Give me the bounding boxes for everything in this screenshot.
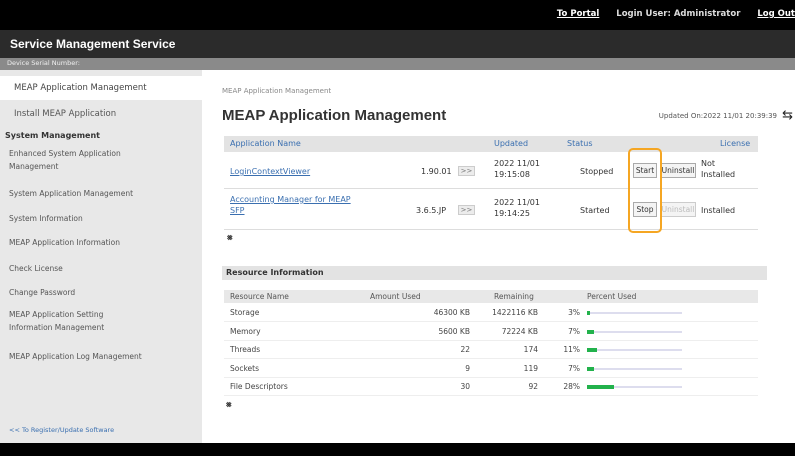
sidebar-item-meap-application-management[interactable]: MEAP Application Management [0,76,202,100]
usage-bar-fill [587,311,590,315]
resource-percent: 7% [568,363,580,373]
app-status: Stopped [580,167,614,176]
version-detail-button[interactable]: >> [458,166,475,176]
breadcrumb: MEAP Application Management [222,87,332,95]
resource-percent: 28% [563,382,580,391]
header-percent-used: Percent Used [587,292,637,301]
app-name-link[interactable]: LoginContextViewer [230,166,310,177]
usage-bar-fill [587,366,594,371]
usage-bar-track [587,329,682,334]
top-bar: To Portal Login User: Administrator Log … [0,0,795,30]
usage-bar-track [587,348,682,352]
serial-bar: Device Serial Number: [0,58,795,70]
refresh-icon[interactable]: ⇆ [782,108,793,123]
resource-amount-used: 9 [465,363,470,373]
resource-percent: 3% [568,308,580,317]
table-row: Sockets 9 119 7% [224,360,758,378]
device-serial-label: Device Serial Number: [7,59,80,67]
sidebar-item-meap-application-log-management[interactable]: MEAP Application Log Management [0,350,202,363]
usage-bar-fill [587,329,594,334]
usage-bar-track [587,311,682,315]
app-license: Not Installed [701,159,736,179]
app-version: 3.6.5.JP [416,206,447,215]
resource-info-title: Resource Information [226,268,324,277]
sidebar-item-meap-application-setting-information-management[interactable]: MEAP Application Setting Information Man… [0,308,202,334]
resource-amount-used: 30 [460,382,470,391]
resource-remaining: 174 [523,345,538,354]
table-row: LoginContextViewer 1.90.01 >> 2022 11/01… [224,152,758,189]
version-detail-button[interactable]: >> [458,205,475,215]
resource-name: Threads [230,345,261,354]
sidebar-item-system-application-management[interactable]: System Application Management [0,187,202,200]
title-bar: Service Management Service [0,30,795,58]
page-title: MEAP Application Management [222,107,447,124]
login-user-label: Login User: Administrator [616,9,741,19]
usage-bar-fill [587,348,598,352]
resource-amount-used: 46300 KB [433,308,470,317]
app-updated: 2022 11/01 19:14:25 [494,198,540,218]
app-version: 1.90.01 [421,167,452,176]
sidebar-item-enhanced-system-application-management[interactable]: Enhanced System Application Management [0,147,202,173]
table-row: Threads 22 174 11% [224,341,758,359]
usage-bar-track [587,366,682,371]
resource-name: Sockets [230,363,260,373]
app-updated: 2022 11/01 19:15:08 [494,159,540,179]
to-portal-link[interactable]: To Portal [557,9,599,19]
sidebar-item-check-license[interactable]: Check License [0,262,202,275]
sidebar-section-system-management: System Management [5,131,100,140]
table-row: Memory 5600 KB 72224 KB 7% [224,323,758,341]
app-license: Installed [701,206,736,215]
highlight-box [628,148,662,233]
resource-info-title-bar: Resource Information [222,266,767,280]
header-license[interactable]: License [720,139,750,148]
sidebar-item-change-password[interactable]: Change Password [0,286,202,299]
header-application-name[interactable]: Application Name [230,139,301,148]
main-content: MEAP Application Management MEAP Applica… [202,70,795,443]
scroll-to-top-icon[interactable]: ⨳ [226,400,232,410]
header-remaining: Remaining [494,292,534,301]
resource-amount-used: 5600 KB [438,326,470,336]
resource-name: Storage [230,308,260,317]
application-table-header: Application Name Updated Status License [224,136,758,152]
table-row: Storage 46300 KB 1422116 KB 3% [224,304,758,322]
resource-name: File Descriptors [230,382,288,391]
header-status[interactable]: Status [567,139,593,148]
app-status: Started [580,206,610,215]
uninstall-button-disabled: Uninstall [660,202,696,217]
resource-remaining: 119 [523,363,538,373]
resource-table-header: Resource Name Amount Used Remaining Perc… [224,290,758,303]
uninstall-button[interactable]: Uninstall [660,163,696,178]
resource-amount-used: 22 [460,345,470,354]
register-update-software-link[interactable]: << To Register/Update Software [0,424,202,437]
resource-percent: 11% [563,345,580,354]
resource-remaining: 92 [528,382,538,391]
sidebar-item-system-information[interactable]: System Information [0,212,202,225]
resource-percent: 7% [568,326,580,336]
sidebar-item-install-meap-application[interactable]: Install MEAP Application [0,108,202,121]
resource-remaining: 1422116 KB [492,308,538,317]
table-row: File Descriptors 30 92 28% [224,378,758,396]
app-name-link[interactable]: Accounting Manager for MEAP SFP [230,194,351,216]
app-title: Service Management Service [10,37,176,51]
resource-remaining: 72224 KB [501,326,538,336]
table-row: Accounting Manager for MEAP SFP 3.6.5.JP… [224,190,758,230]
usage-bar-fill [587,385,614,389]
resource-name: Memory [230,326,261,336]
usage-bar-track [587,385,682,389]
sidebar-item-meap-application-information[interactable]: MEAP Application Information [0,236,202,249]
footer-bar [0,443,795,456]
scroll-to-top-icon[interactable]: ⨳ [227,233,233,243]
header-resource-name: Resource Name [230,292,289,301]
updated-timestamp: Updated On:2022 11/01 20:39:39 [658,112,777,120]
header-amount-used: Amount Used [370,292,421,301]
sidebar: MEAP Application Management Install MEAP… [0,70,202,443]
header-updated[interactable]: Updated [494,139,528,148]
top-links: To Portal Login User: Administrator Log … [543,9,795,19]
logout-link[interactable]: Log Out [757,9,795,19]
